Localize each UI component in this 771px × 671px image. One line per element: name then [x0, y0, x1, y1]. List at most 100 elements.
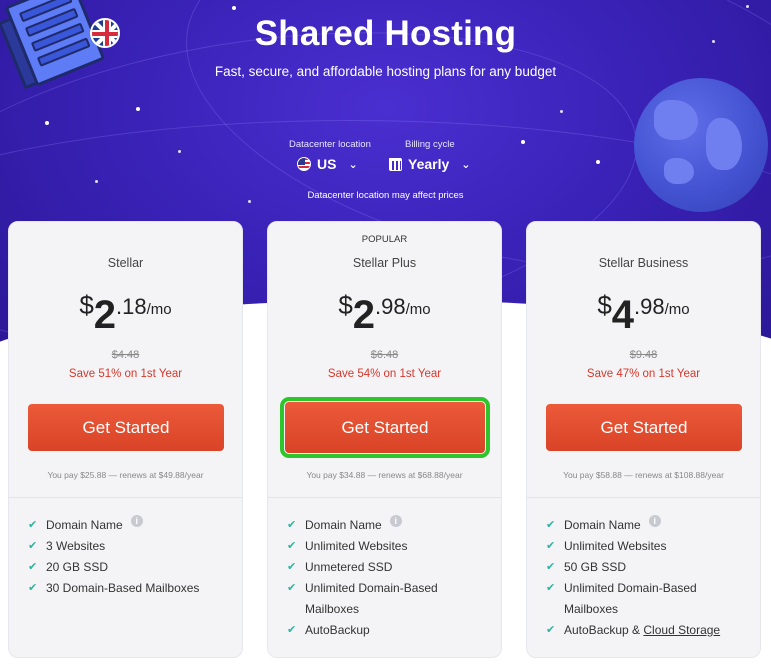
datacenter-selector: Datacenter location US ⌄ [289, 139, 371, 172]
feature-item: ✔ AutoBackup [287, 620, 491, 641]
check-icon: ✔ [546, 519, 556, 531]
feature-label: Unlimited Websites [305, 539, 408, 553]
plan-price: $4.98/mo [527, 290, 760, 338]
feature-label: Unlimited Domain-Based [564, 581, 697, 595]
feature-label: 30 Domain-Based Mailboxes [46, 581, 200, 595]
price-integer: 4 [611, 293, 635, 337]
datacenter-label: Datacenter location [289, 139, 371, 150]
get-started-button[interactable]: Get Started [280, 397, 490, 458]
feature-item-continuation: Mailboxes [546, 599, 750, 620]
price-decimal: .18 [116, 294, 147, 319]
feature-item: ✔ 20 GB SSD [28, 557, 232, 578]
old-price: $4.48 [111, 349, 140, 361]
feature-item-continuation: Mailboxes [287, 599, 491, 620]
feature-item: ✔ Unmetered SSD [287, 557, 491, 578]
feature-item: ✔ 50 GB SSD [546, 557, 750, 578]
datacenter-note: Datacenter location may affect prices [307, 190, 464, 201]
info-icon[interactable]: i [389, 515, 402, 527]
price-decimal: .98 [634, 294, 665, 319]
divider [527, 497, 760, 498]
check-icon: ✔ [287, 540, 297, 552]
feature-label: Mailboxes [564, 602, 619, 616]
renew-text: You pay $25.88 — renews at $49.88/year [47, 470, 204, 480]
plan-name: Stellar Plus [352, 256, 417, 270]
star [521, 140, 525, 144]
price-decimal: .98 [375, 294, 406, 319]
check-icon: ✔ [28, 561, 38, 573]
star [232, 6, 236, 10]
star [746, 5, 749, 8]
plan-name: Stellar [107, 256, 144, 270]
divider [9, 497, 242, 498]
cloud-storage-link[interactable]: Cloud Storage [643, 620, 720, 641]
save-text: Save 51% on 1st Year [68, 368, 183, 380]
info-icon[interactable]: i [130, 515, 143, 527]
star [136, 107, 140, 111]
old-price: $6.48 [370, 349, 399, 361]
check-icon: ✔ [287, 624, 297, 636]
plan-name: Stellar Business [598, 256, 689, 270]
billing-dropdown[interactable]: Yearly ⌄ [389, 156, 470, 172]
feature-item: ✔ AutoBackup & Cloud Storage [546, 620, 750, 641]
check-icon: ✔ [28, 519, 38, 531]
calendar-icon [389, 157, 402, 171]
star [596, 160, 600, 164]
price-period: /mo [664, 301, 690, 318]
check-icon: ✔ [28, 540, 38, 552]
plan-card-stellar-business: Stellar Business $4.98/mo $9.48 Save 47%… [526, 221, 761, 658]
star [178, 150, 181, 153]
feature-label: 50 GB SSD [564, 560, 627, 574]
feature-label: Unmetered SSD [305, 560, 393, 574]
check-icon: ✔ [287, 561, 297, 573]
divider [268, 497, 501, 498]
star [45, 121, 49, 125]
renew-text: You pay $58.88 — renews at $108.88/year [563, 470, 724, 480]
chevron-down-icon: ⌄ [461, 158, 471, 171]
feature-label: Domain Name [305, 518, 382, 532]
save-text: Save 54% on 1st Year [327, 368, 442, 380]
feature-label: Mailboxes [305, 602, 360, 616]
feature-list: ✔ Domain Name i ✔ Unlimited Websites ✔ 50 GB… [546, 515, 750, 641]
billing-selector: Billing cycle Yearly ⌄ [389, 139, 470, 172]
feature-list: ✔ Domain Name i ✔ 3 Websites ✔ 20 GB SSD ✔ 30… [28, 515, 232, 599]
feature-item: ✔ Domain Name i [287, 515, 491, 536]
price-currency: $ [597, 290, 612, 320]
feature-label: AutoBackup & [564, 623, 644, 637]
feature-item: ✔ Unlimited Domain-Based [287, 578, 491, 599]
price-currency: $ [79, 290, 94, 320]
plan-price: $2.98/mo [268, 290, 501, 338]
check-icon: ✔ [546, 624, 556, 636]
plan-price: $2.18/mo [9, 290, 242, 338]
datacenter-dropdown[interactable]: US ⌄ [297, 156, 371, 172]
us-flag-icon [297, 157, 311, 171]
check-icon: ✔ [287, 582, 297, 594]
save-text: Save 47% on 1st Year [586, 368, 701, 380]
datacenter-value: US [317, 156, 337, 172]
star [560, 110, 563, 113]
price-currency: $ [338, 290, 353, 320]
info-icon[interactable]: i [648, 515, 661, 527]
feature-item: ✔ 3 Websites [28, 536, 232, 557]
feature-item: ✔ Domain Name i [546, 515, 750, 536]
feature-label: Unlimited Domain-Based [305, 581, 438, 595]
feature-label: 20 GB SSD [46, 560, 109, 574]
billing-value: Yearly [408, 156, 450, 172]
get-started-button[interactable]: Get Started [28, 404, 224, 451]
feature-label: Unlimited Websites [564, 539, 667, 553]
popular-badge: POPULAR [361, 234, 408, 245]
feature-label: Domain Name [46, 518, 123, 532]
price-period: /mo [405, 301, 431, 318]
old-price: $9.48 [629, 349, 658, 361]
billing-label: Billing cycle [405, 139, 455, 150]
star [95, 180, 98, 183]
page-title: Shared Hosting [254, 14, 517, 53]
plan-card-stellar: Stellar $2.18/mo $4.48 Save 51% on 1st Y… [8, 221, 243, 658]
check-icon: ✔ [546, 540, 556, 552]
check-icon: ✔ [28, 582, 38, 594]
feature-item: ✔ Unlimited Domain-Based [546, 578, 750, 599]
get-started-button[interactable]: Get Started [546, 404, 742, 451]
chevron-down-icon: ⌄ [348, 158, 358, 171]
page-subtitle: Fast, secure, and affordable hosting pla… [214, 64, 557, 79]
price-period: /mo [146, 301, 172, 318]
feature-label: Domain Name [564, 518, 641, 532]
